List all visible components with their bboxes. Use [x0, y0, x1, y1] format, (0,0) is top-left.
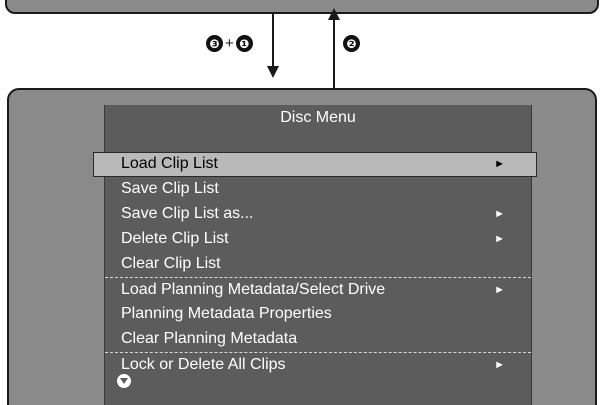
- arrow-up-icon: [328, 8, 340, 88]
- menu-item-load-clip-list[interactable]: Load Clip List ►: [93, 152, 537, 177]
- menu-item-label: Load Clip List: [121, 155, 218, 172]
- previous-screen: [5, 0, 599, 14]
- step-label-up: ❷: [343, 35, 360, 52]
- menu-item-label: Delete Clip List: [121, 230, 229, 247]
- menu-item-lock-or-delete-all-clips[interactable]: Lock or Delete All Clips ►: [105, 352, 531, 377]
- menu-item-label: Clear Clip List: [121, 255, 221, 272]
- menu-item-delete-clip-list[interactable]: Delete Clip List ►: [105, 227, 531, 252]
- step-3-badge: ❸: [206, 35, 223, 52]
- menu-item-clear-planning-metadata[interactable]: Clear Planning Metadata: [105, 327, 531, 352]
- submenu-arrow-icon: ►: [494, 284, 505, 296]
- menu-item-label: Lock or Delete All Clips: [121, 356, 286, 373]
- menu-item-label: Save Clip List: [121, 180, 219, 197]
- scroll-down-icon[interactable]: [117, 374, 131, 388]
- disc-menu: Disc Menu Load Clip List ► Save Clip Lis…: [93, 105, 537, 405]
- step-label-down: ❸ + ❶: [206, 35, 253, 52]
- step-2-badge: ❷: [343, 35, 360, 52]
- submenu-arrow-icon: ►: [494, 158, 505, 170]
- step-1-badge: ❶: [235, 35, 253, 52]
- menu-item-load-planning-metadata[interactable]: Load Planning Metadata/Select Drive ►: [105, 277, 531, 302]
- menu-title: Disc Menu: [280, 109, 356, 126]
- menu-item-label: Planning Metadata Properties: [121, 305, 332, 322]
- menu-item-save-clip-list-as[interactable]: Save Clip List as... ►: [105, 202, 531, 227]
- menu-list: Load Clip List ► Save Clip List Save Cli…: [93, 152, 537, 377]
- diagram: ❸ + ❶ ❷ Disc Menu Load Clip List ► Save …: [0, 0, 604, 405]
- submenu-arrow-icon: ►: [494, 359, 505, 371]
- menu-item-save-clip-list[interactable]: Save Clip List: [105, 177, 531, 202]
- menu-item-label: Save Clip List as...: [121, 205, 254, 222]
- plus-sign: +: [225, 35, 234, 52]
- menu-item-label: Clear Planning Metadata: [121, 330, 298, 347]
- menu-item-label: Load Planning Metadata/Select Drive: [121, 281, 386, 298]
- menu-item-planning-metadata-properties[interactable]: Planning Metadata Properties: [105, 302, 531, 327]
- submenu-arrow-icon: ►: [494, 233, 505, 245]
- arrow-down-icon: [267, 14, 279, 78]
- submenu-arrow-icon: ►: [494, 208, 505, 220]
- menu-item-clear-clip-list[interactable]: Clear Clip List: [105, 252, 531, 277]
